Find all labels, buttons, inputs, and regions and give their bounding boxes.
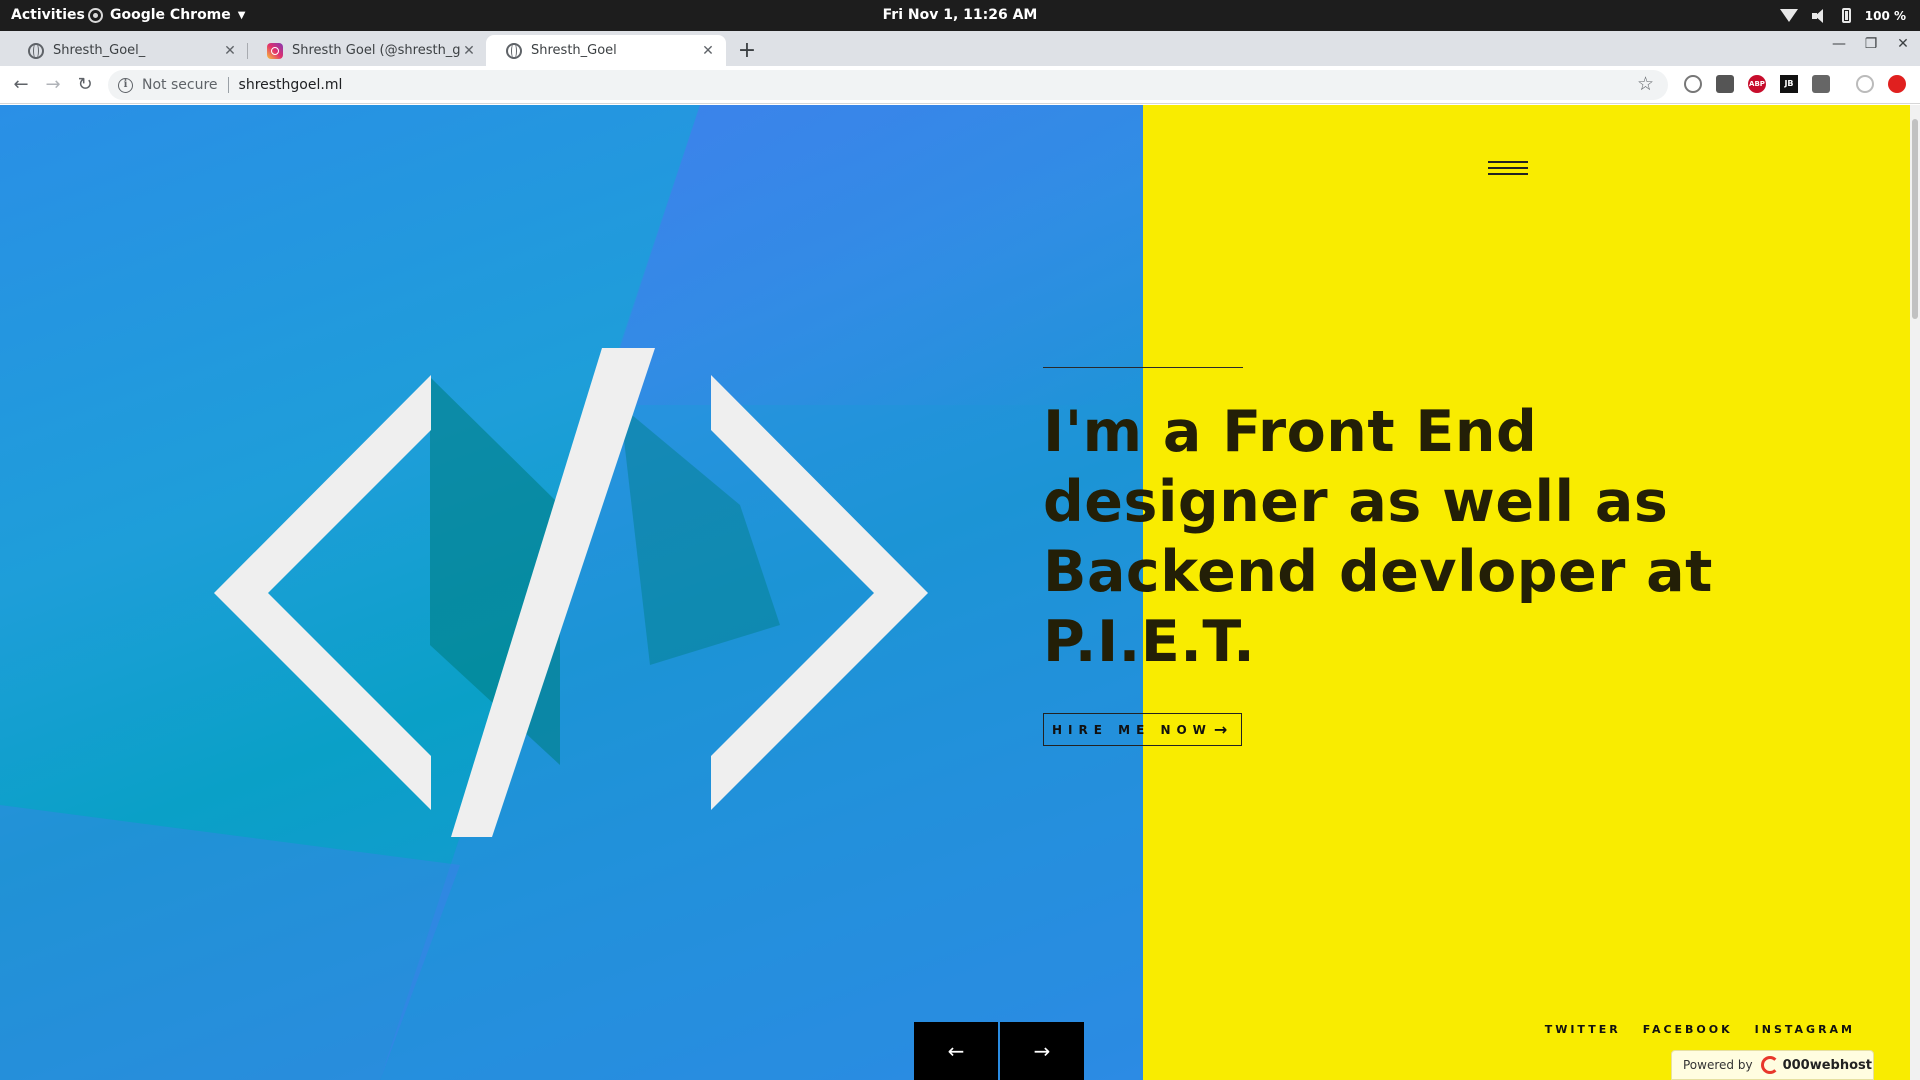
host-brand: 000webhost [1782,1057,1872,1073]
close-window-icon[interactable]: ✕ [1894,36,1912,52]
system-status-area[interactable]: 100 % [1779,0,1906,31]
facebook-link[interactable]: FACEBOOK [1643,1023,1733,1036]
instagram-link[interactable]: INSTAGRAM [1755,1023,1855,1036]
forward-button[interactable]: → [40,72,66,98]
adblock-icon[interactable]: ABP [1748,75,1766,93]
hero-image [0,105,1143,1080]
bookmark-star-icon[interactable]: ☆ [1637,73,1654,95]
powered-by-label: Powered by [1683,1058,1753,1072]
battery-level: 100 % [1864,8,1906,23]
battery-icon [1841,8,1851,23]
close-icon[interactable]: ✕ [700,43,716,59]
reload-button[interactable]: ↻ [72,72,98,98]
code-brackets-illustration [0,105,1143,1080]
page-scrollbar[interactable] [1910,105,1920,1080]
left-bracket-shape [214,375,431,810]
system-top-bar: Activities Google Chrome ▼ Fri Nov 1, 11… [0,0,1920,31]
volume-icon [1811,8,1828,24]
caret-down-icon: ▼ [237,10,246,21]
chrome-menu-update-icon[interactable] [1888,75,1906,93]
address-bar[interactable]: i Not secure shresthgoel.ml ☆ [108,70,1668,100]
globe-icon [506,42,522,59]
page-viewport: I'm a Front End designer as well as Back… [0,105,1920,1080]
chrome-icon [88,8,103,23]
browser-toolbar: ← → ↻ i Not secure shresthgoel.ml ☆ ABP … [0,66,1920,104]
info-icon[interactable]: i [118,77,133,93]
close-icon[interactable]: ✕ [461,43,477,59]
tab-title: Shresth_Goel_ [53,43,146,58]
omnibox-divider [227,77,229,93]
hire-me-label: HIRE ME NOW [1052,722,1212,737]
app-menu-label: Google Chrome [110,7,231,23]
hero-headline: I'm a Front End designer as well as Back… [1043,399,1713,675]
tab-title: Shresth_Goel [531,43,617,58]
arrow-right-icon: → [1213,720,1228,739]
slider-prev-button[interactable]: ← [914,1022,998,1080]
scrollbar-thumb[interactable] [1912,119,1918,319]
tab-title: Shresth Goel (@shresth_goel [292,43,461,58]
extension-globe-icon[interactable] [1684,75,1702,93]
powered-by-badge[interactable]: Powered by 000webhost [1671,1050,1874,1080]
tab-shresth-goel-active[interactable]: Shresth_Goel ✕ [486,35,726,66]
close-icon[interactable]: ✕ [222,43,238,59]
back-button[interactable]: ← [8,72,34,98]
system-clock[interactable]: Fri Nov 1, 11:26 AM [0,0,1920,31]
hamburger-menu-icon[interactable] [1488,161,1528,177]
activities-button[interactable]: Activities [11,0,85,31]
headline-rule [1043,367,1243,368]
security-label[interactable]: Not secure [142,77,218,93]
window-controls: — ❐ ✕ [1830,36,1912,52]
minimize-icon[interactable]: — [1830,36,1848,52]
extension-box-icon[interactable] [1716,75,1734,93]
webhost-logo-icon [1760,1056,1779,1074]
instagram-icon [267,42,283,59]
tab-strip: Shresth_Goel_ ✕ Shresth Goel (@shresth_g… [0,31,1920,66]
restore-icon[interactable]: ❐ [1862,36,1880,52]
url-text[interactable]: shresthgoel.ml [239,77,343,93]
twitter-link[interactable]: TWITTER [1545,1023,1621,1036]
tab-shresth-goel-1[interactable]: Shresth_Goel_ ✕ [8,35,248,66]
profile-avatar-icon[interactable] [1856,75,1874,93]
social-links: TWITTER FACEBOOK INSTAGRAM [1545,1023,1855,1036]
extension-screen-icon[interactable] [1812,75,1830,93]
wifi-icon [1779,9,1798,22]
app-menu[interactable]: Google Chrome ▼ [88,0,245,31]
new-tab-button[interactable]: + [733,39,761,63]
jetbrains-icon[interactable]: JB [1780,75,1798,93]
tab-instagram[interactable]: Shresth Goel (@shresth_goel ✕ [247,35,487,66]
hire-me-button[interactable]: HIRE ME NOW → [1043,713,1242,746]
globe-icon [28,42,44,59]
slider-next-button[interactable]: → [1000,1022,1084,1080]
